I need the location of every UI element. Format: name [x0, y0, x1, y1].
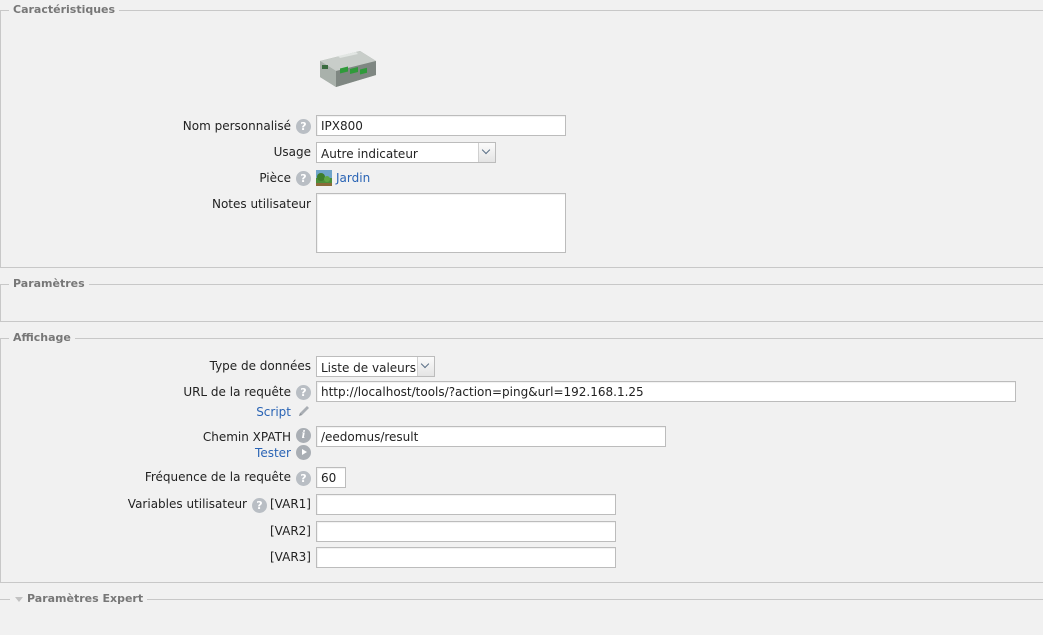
- xpath-label: Chemin XPATH: [202, 430, 291, 444]
- nom-input[interactable]: IPX800: [316, 115, 566, 136]
- notes-textarea[interactable]: [316, 193, 566, 253]
- parametres-title: Paramètres: [9, 277, 89, 291]
- type-select-value: Liste de valeurs: [321, 361, 416, 375]
- var3-input[interactable]: [316, 547, 616, 568]
- usage-label: Usage: [273, 145, 311, 159]
- var1-input[interactable]: [316, 494, 616, 515]
- nom-label: Nom personnalisé: [182, 119, 291, 133]
- affichage-title: Affichage: [9, 331, 75, 345]
- tester-link[interactable]: Tester: [255, 446, 291, 460]
- expert-header[interactable]: Paramètres Expert: [10, 592, 148, 606]
- var2-label: [VAR2]: [270, 524, 311, 538]
- variables-label: Variables utilisateur: [127, 497, 247, 511]
- xpath-input[interactable]: /eedomus/result: [316, 426, 666, 447]
- chevron-down-icon[interactable]: [478, 143, 495, 162]
- play-icon[interactable]: [296, 445, 311, 460]
- var1-label: [VAR1]: [270, 497, 311, 511]
- caracteristiques-title: Caractéristiques: [9, 3, 120, 17]
- parametres-section: Paramètres: [0, 277, 1043, 322]
- piece-link[interactable]: Jardin: [336, 171, 370, 185]
- ipx800-device-image: [320, 51, 376, 87]
- expert-section[interactable]: Paramètres Expert: [0, 592, 1043, 635]
- notes-label: Notes utilisateur: [211, 197, 311, 211]
- triangle-down-icon[interactable]: [14, 595, 24, 603]
- var2-input[interactable]: [316, 521, 616, 542]
- url-label: URL de la requête: [183, 385, 291, 399]
- type-label: Type de données: [209, 359, 311, 373]
- info-icon[interactable]: i: [296, 428, 311, 443]
- frequence-label: Fréquence de la requête: [144, 470, 291, 484]
- piece-label: Pièce: [259, 171, 291, 185]
- piece-help-icon[interactable]: ?: [296, 171, 311, 186]
- variables-help-icon[interactable]: ?: [252, 498, 267, 513]
- chevron-down-icon[interactable]: [417, 357, 434, 376]
- pencil-icon[interactable]: [296, 404, 311, 419]
- usage-select[interactable]: Autre indicateur: [316, 142, 496, 163]
- usage-select-value: Autre indicateur: [321, 147, 418, 161]
- expert-title: Paramètres Expert: [27, 592, 144, 605]
- var3-label: [VAR3]: [270, 550, 311, 564]
- url-help-icon[interactable]: ?: [296, 385, 311, 400]
- type-select[interactable]: Liste de valeurs: [316, 356, 435, 377]
- nom-help-icon[interactable]: ?: [296, 119, 311, 134]
- url-input[interactable]: http://localhost/tools/?action=ping&url=…: [316, 381, 1016, 402]
- script-link[interactable]: Script: [256, 405, 291, 419]
- frequence-help-icon[interactable]: ?: [296, 471, 311, 486]
- garden-room-icon: [316, 170, 332, 186]
- frequence-input[interactable]: 60: [316, 467, 346, 488]
